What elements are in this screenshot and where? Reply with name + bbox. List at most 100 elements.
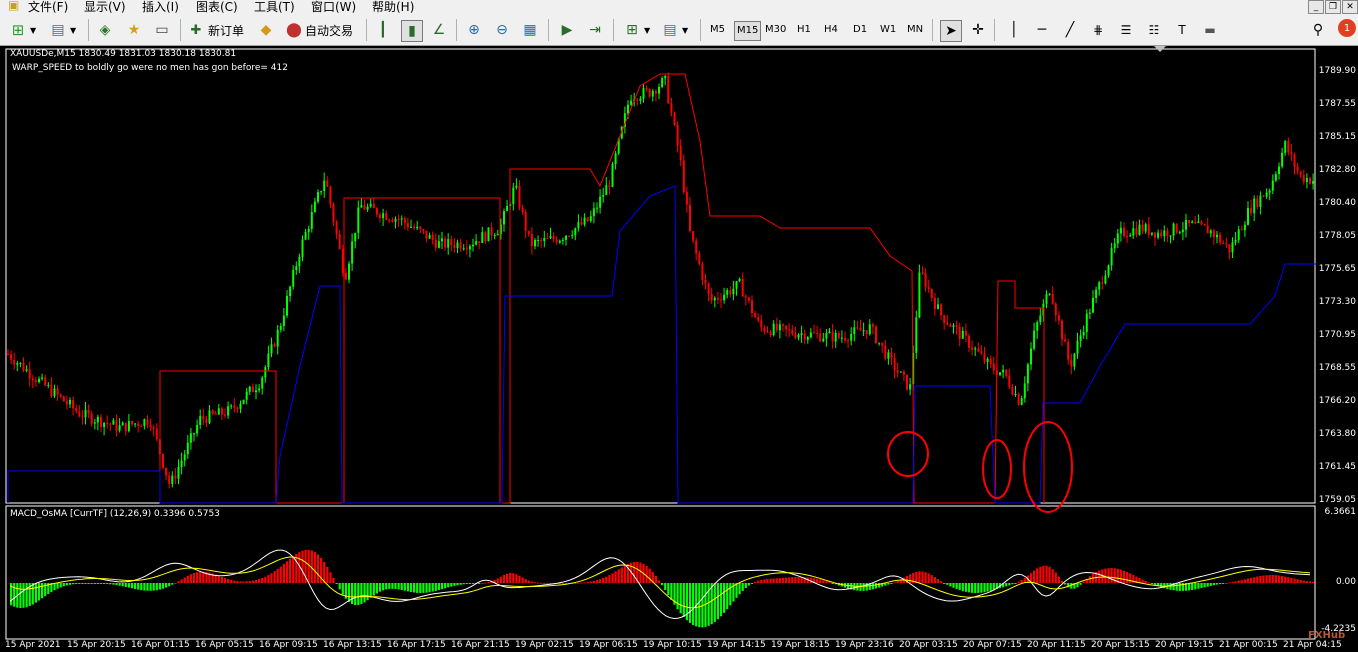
minimize-button[interactable]: _ (1308, 0, 1324, 14)
navigator-icon[interactable]: ★ (124, 20, 144, 40)
indicators-icon[interactable]: ⊞ (622, 20, 642, 40)
line-chart-icon[interactable]: ∠ (429, 20, 449, 40)
macd-histogram-bar (1209, 583, 1212, 586)
menu-bar: ▣ 文件(F) 显示(V) 插入(I) 图表(C) 工具(T) 窗口(W) 帮助… (0, 0, 1358, 15)
candle-body (952, 325, 955, 327)
macd-histogram-bar (248, 581, 251, 583)
new-chart-icon[interactable]: ⊞ (8, 20, 28, 40)
macd-histogram-bar (140, 583, 143, 591)
macd-histogram-bar (416, 583, 419, 593)
timeframe-m5[interactable]: M5 (708, 21, 727, 39)
notification-badge[interactable]: 1 (1338, 19, 1356, 37)
macd-histogram-bar (1308, 581, 1312, 583)
candle-body (778, 324, 781, 331)
candle-body (518, 185, 521, 208)
zoom-out-icon[interactable]: ⊖ (492, 20, 512, 40)
candle-body (363, 205, 366, 210)
macd-histogram-bar (13, 583, 16, 607)
candle-body (236, 407, 239, 409)
macd-histogram-bar (654, 576, 657, 583)
auto-trading-button[interactable]: 自动交易 (305, 20, 353, 40)
candlestick-icon[interactable]: ▮ (401, 20, 423, 42)
macd-histogram-bar (921, 571, 924, 583)
templates-icon[interactable]: ▤ (660, 20, 680, 40)
macd-histogram-bar (413, 583, 416, 593)
menu-view[interactable]: 显示(V) (84, 0, 126, 15)
timeframe-m15[interactable]: M15 (734, 21, 762, 41)
macd-histogram-bar (595, 580, 599, 583)
auto-trading-icon[interactable]: ⬤ (284, 20, 304, 40)
timeframe-m30[interactable]: M30 (763, 21, 788, 39)
macd-histogram-bar (1212, 583, 1215, 586)
candle-body (819, 333, 822, 342)
trendline-icon[interactable]: ╱ (1060, 20, 1080, 40)
menu-charts[interactable]: 图表(C) (196, 0, 238, 15)
candle-body (335, 221, 338, 235)
tile-windows-icon[interactable]: ▦ (520, 20, 540, 40)
candle-body (1011, 386, 1014, 395)
market-watch-icon[interactable]: ◈ (95, 20, 115, 40)
equidistant-channel-icon[interactable]: ⋕ (1088, 20, 1108, 40)
fibonacci-fan-icon[interactable]: ☷ (1144, 20, 1164, 40)
candle-body (22, 362, 25, 371)
meta-editor-icon[interactable]: ◆ (256, 20, 276, 40)
macd-histogram-bar (1243, 579, 1246, 583)
restore-button[interactable]: ❐ (1325, 0, 1341, 14)
fibonacci-icon[interactable]: ☰ (1116, 20, 1136, 40)
menu-file[interactable]: 文件(F) (28, 0, 68, 15)
close-button[interactable]: ✕ (1342, 0, 1358, 14)
menu-help[interactable]: 帮助(H) (372, 0, 414, 15)
dropdown-arrow-icon[interactable]: ▼ (70, 20, 76, 40)
timeframe-mn[interactable]: MN (905, 21, 925, 39)
new-order-button[interactable]: 新订单 (208, 20, 244, 40)
candle-body (1061, 320, 1063, 340)
candle-body (887, 352, 890, 359)
chart-window[interactable]: XAUUSDe,M15 1830.49 1831.03 1830.18 1830… (0, 46, 1358, 652)
macd-histogram-bar (781, 577, 785, 583)
macd-histogram-bar (952, 583, 955, 588)
price-chart[interactable] (0, 46, 1358, 652)
auto-scroll-icon[interactable]: ▶ (557, 20, 577, 40)
time-label: 19 Apr 14:15 (707, 640, 766, 650)
candle-body (806, 337, 809, 340)
candle-body (214, 413, 217, 415)
menu-tools[interactable]: 工具(T) (254, 0, 295, 15)
candle-body (1237, 229, 1240, 241)
horizontal-line-icon[interactable]: ─ (1032, 20, 1052, 40)
macd-histogram-bar (698, 583, 701, 628)
terminal-icon[interactable]: ▭ (152, 20, 172, 40)
timeframe-h1[interactable]: H1 (795, 21, 813, 39)
dropdown-arrow-icon[interactable]: ▼ (682, 20, 688, 40)
candle-body (310, 212, 313, 229)
cursor-icon[interactable]: ➤ (940, 20, 962, 42)
candle-body (304, 232, 307, 240)
chart-shift-icon[interactable]: ⇥ (585, 20, 605, 40)
timeframe-w1[interactable]: W1 (878, 21, 898, 39)
candle-body (1169, 235, 1172, 237)
profiles-icon[interactable]: ▤ (48, 20, 68, 40)
timeframe-h4[interactable]: H4 (822, 21, 840, 39)
bar-chart-icon[interactable]: ┃ (373, 20, 393, 40)
candle-body (648, 89, 651, 97)
dropdown-arrow-icon[interactable]: ▼ (644, 20, 650, 40)
text-label-icon[interactable]: T (1172, 20, 1192, 40)
macd-histogram-bar (577, 582, 580, 584)
candle-body (382, 213, 385, 219)
candle-body (977, 348, 980, 352)
search-icon[interactable]: ⚲ (1308, 20, 1328, 40)
timeframe-d1[interactable]: D1 (851, 21, 869, 39)
macd-histogram-bar (515, 574, 518, 583)
arrow-label-icon[interactable]: ▬ (1200, 20, 1220, 40)
dropdown-arrow-icon[interactable]: ▼ (30, 20, 36, 40)
macd-histogram-bar (394, 583, 397, 589)
new-order-icon[interactable]: ✚ (186, 20, 206, 40)
candle-body (1107, 265, 1110, 276)
candle-body (56, 388, 59, 395)
zoom-in-icon[interactable]: ⊕ (464, 20, 484, 40)
vertical-line-icon[interactable]: │ (1004, 20, 1024, 40)
macd-histogram-bar (1293, 578, 1296, 583)
menu-window[interactable]: 窗口(W) (311, 0, 356, 15)
menu-insert[interactable]: 插入(I) (142, 0, 179, 15)
crosshair-icon[interactable]: ✛ (968, 20, 988, 40)
candle-body (7, 354, 9, 355)
